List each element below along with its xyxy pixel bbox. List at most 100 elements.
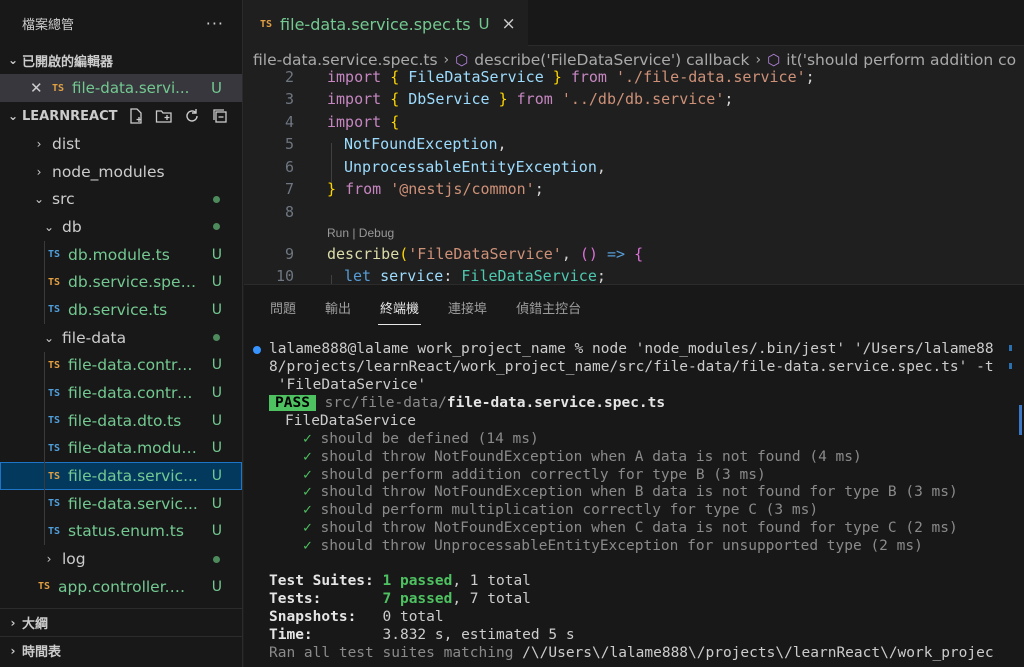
tree-folder[interactable]: › log xyxy=(0,545,242,573)
new-folder-icon[interactable] xyxy=(155,107,173,125)
tree-item-label: db.module.ts xyxy=(68,245,170,264)
tree-file[interactable]: TS db.service.ts U xyxy=(0,296,242,324)
open-editors-section[interactable]: ⌄ 已開啟的編輯器 xyxy=(0,46,242,74)
tree-file[interactable]: TS file-data.modul... U xyxy=(0,434,242,463)
indent-guide xyxy=(44,462,45,490)
scroll-marker xyxy=(1009,345,1012,351)
tree-item-label: status.enum.ts xyxy=(68,522,184,541)
tab-bar-empty xyxy=(527,0,1024,46)
typescript-icon: TS xyxy=(48,415,61,427)
code-line: 9 describe('FileDataService', () => { xyxy=(284,245,644,263)
test-result-line: ✓ should perform multiplication correctl… xyxy=(303,501,818,519)
refresh-icon[interactable] xyxy=(183,107,201,125)
tree-file[interactable]: TS db.service.spec... U xyxy=(0,268,242,297)
chevron-right-icon: › xyxy=(10,643,16,658)
test-name: should throw UnprocessableEntityExceptio… xyxy=(320,537,923,554)
chevron-right-icon: › xyxy=(46,552,52,567)
indent-guide xyxy=(44,296,45,324)
tree-folder[interactable]: ⌄ db xyxy=(0,213,242,241)
git-status-badge: U xyxy=(211,495,222,512)
tree-folder[interactable]: ⌄ file-data xyxy=(0,324,242,352)
indent-guide xyxy=(44,517,45,546)
explorer-sidebar: 檔案總管 ··· ⌄ 已開啟的編輯器 ✕ TS file-data.servi.… xyxy=(0,0,243,667)
check-icon: ✓ xyxy=(303,484,312,501)
typescript-icon: TS xyxy=(260,18,273,30)
tab-debug-console[interactable]: 偵錯主控台 xyxy=(516,285,581,329)
tree-file[interactable]: TS status.enum.ts U xyxy=(0,517,242,546)
tree-item-label: file-data.contro... xyxy=(68,356,201,375)
outline-label: 大綱 xyxy=(22,617,49,632)
more-actions-icon[interactable]: ··· xyxy=(206,14,224,33)
modified-dot-icon xyxy=(213,334,220,342)
typescript-icon: TS xyxy=(52,82,65,94)
code-line: 7 } from '@nestjs/common'; xyxy=(284,180,544,198)
modified-dot-icon xyxy=(213,195,220,203)
close-tab-icon[interactable]: × xyxy=(502,14,516,34)
chevron-right-icon: › xyxy=(10,615,16,630)
tree-folder[interactable]: ⌄ src xyxy=(0,185,242,213)
tree-file[interactable]: TS file-data.servic... U xyxy=(0,462,242,490)
test-name: should throw NotFoundException when C da… xyxy=(320,520,958,536)
tree-item-label: db.service.ts xyxy=(68,300,168,319)
git-status-badge: U xyxy=(211,385,222,402)
code-line: 10 let service: FileDataService; xyxy=(275,267,606,284)
open-editors-label: 已開啟的編輯器 xyxy=(22,54,114,70)
typescript-icon: TS xyxy=(48,276,61,288)
open-editor-item[interactable]: ✕ TS file-data.servi... U xyxy=(0,74,242,102)
timeline-label: 時間表 xyxy=(22,645,62,660)
git-status-badge: U xyxy=(211,274,222,291)
test-result-line: ✓ should be defined (14 ms) xyxy=(303,430,539,448)
tree-item-label: file-data.servic... xyxy=(68,467,198,486)
tab-problems[interactable]: 問題 xyxy=(270,285,296,329)
open-editor-name: file-data.servi... xyxy=(72,79,190,97)
project-section[interactable]: ⌄ LEARNREACT xyxy=(0,102,242,130)
tree-file[interactable]: TS file-data.contro... U xyxy=(0,379,242,407)
outline-section[interactable]: › 大綱 xyxy=(0,608,242,636)
tree-item-label: dist xyxy=(52,134,81,153)
codelens-run-debug[interactable]: Run | Debug xyxy=(327,226,394,240)
tree-file[interactable]: TS app.controller.sp... U xyxy=(0,573,242,601)
indent-guide xyxy=(44,379,45,407)
tree-file[interactable]: TS db.module.ts U xyxy=(0,240,242,269)
timeline-section[interactable]: › 時間表 xyxy=(0,636,242,664)
typescript-icon: TS xyxy=(48,498,61,510)
collapse-all-icon[interactable] xyxy=(211,107,229,125)
tab-terminal[interactable]: 終端機 xyxy=(378,285,422,329)
tree-folder[interactable]: › node_modules xyxy=(0,158,242,186)
breadcrumb-symbol-it[interactable]: it('should perform addition co xyxy=(786,51,1016,69)
test-name: should throw NotFoundException when B da… xyxy=(320,484,958,501)
git-status-badge: U xyxy=(211,357,222,374)
tab-ports[interactable]: 連接埠 xyxy=(448,285,487,329)
test-name: should perform addition correctly for ty… xyxy=(320,466,766,483)
check-icon: ✓ xyxy=(303,520,312,536)
breadcrumb-symbol-describe[interactable]: describe('FileDataService') callback xyxy=(474,51,749,69)
tree-item-label: file-data.dto.ts xyxy=(68,411,182,430)
git-status-badge: U xyxy=(211,301,222,318)
modified-dot-icon xyxy=(213,223,220,231)
editor-tab-active[interactable]: TS file-data.service.spec.ts U × xyxy=(244,0,528,46)
git-status-badge: U xyxy=(211,440,222,457)
close-icon[interactable]: ✕ xyxy=(30,79,46,97)
chevron-down-icon: ⌄ xyxy=(43,219,55,234)
test-result-line: ✓ should throw NotFoundException when C … xyxy=(303,519,958,537)
typescript-icon: TS xyxy=(38,581,51,593)
tree-folder[interactable]: › dist xyxy=(0,130,242,158)
code-line: 8 xyxy=(284,203,294,221)
git-status-badge: U xyxy=(211,468,222,485)
test-name: should be defined (14 ms) xyxy=(320,431,539,447)
symbol-method-icon: ⬡ xyxy=(767,51,781,69)
tree-file[interactable]: TS file-data.contro... U xyxy=(0,351,242,380)
tree-file[interactable]: TS file-data.servic... U xyxy=(0,489,242,518)
file-tree: › dist › node_modules ⌄ src ⌄ db TS db.module.ts U… xyxy=(0,130,242,601)
pass-badge: PASS xyxy=(269,395,316,411)
terminal-scrollbar[interactable] xyxy=(1019,405,1022,435)
tree-file[interactable]: TS file-data.dto.ts U xyxy=(0,406,242,435)
chevron-right-icon: › xyxy=(36,136,42,151)
terminal-line: FileDataService xyxy=(285,413,416,429)
new-file-icon[interactable] xyxy=(127,107,145,125)
indent-guide xyxy=(44,351,45,380)
tab-output[interactable]: 輸出 xyxy=(325,285,351,329)
typescript-icon: TS xyxy=(48,387,61,399)
git-status-badge: U xyxy=(211,523,222,540)
chevron-down-icon: ⌄ xyxy=(7,53,19,67)
